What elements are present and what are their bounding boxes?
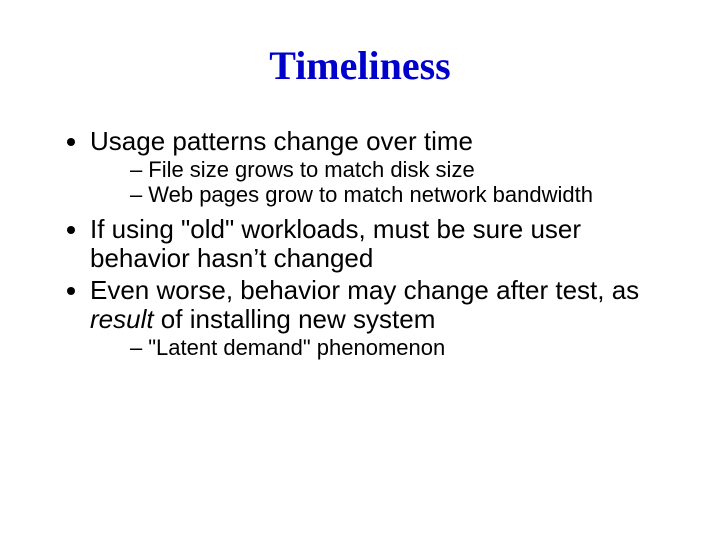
bullet-1: Usage patterns change over time – File s…: [90, 127, 660, 207]
sub-3-1: – "Latent demand" phenomenon: [130, 336, 660, 361]
sub-1-1: – File size grows to match disk size: [130, 158, 660, 183]
dash-icon: –: [130, 183, 142, 208]
dash-icon: –: [130, 336, 142, 361]
bullet-list: Usage patterns change over time – File s…: [60, 127, 660, 360]
bullet-3-subs: – "Latent demand" phenomenon: [90, 336, 660, 361]
bullet-3-pre: Even worse, behavior may change after te…: [90, 275, 639, 305]
bullet-3: Even worse, behavior may change after te…: [90, 276, 660, 361]
bullet-3-em: result: [90, 304, 154, 334]
dash-icon: –: [130, 158, 142, 183]
bullet-3-post: of installing new system: [154, 304, 436, 334]
slide: Timeliness Usage patterns change over ti…: [0, 42, 720, 540]
sub-1-1-text: File size grows to match disk size: [148, 158, 474, 183]
slide-content: Usage patterns change over time – File s…: [60, 127, 660, 360]
slide-title: Timeliness: [0, 42, 720, 89]
bullet-2: If using "old" workloads, must be sure u…: [90, 215, 660, 273]
bullet-1-subs: – File size grows to match disk size – W…: [90, 158, 660, 207]
bullet-2-post: t changed: [259, 243, 373, 273]
bullet-1-text: Usage patterns change over time: [90, 126, 473, 156]
sub-3-1-text: "Latent demand" phenomenon: [148, 336, 445, 361]
sub-1-2: – Web pages grow to match network bandwi…: [130, 183, 660, 208]
sub-1-2-text: Web pages grow to match network bandwidt…: [148, 183, 593, 208]
